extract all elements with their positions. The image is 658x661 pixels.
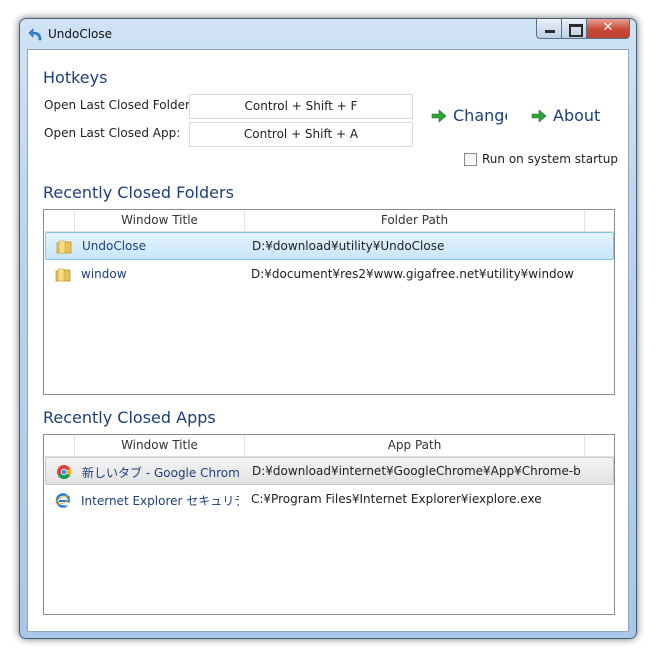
- folder-title: UndoClose: [82, 239, 147, 253]
- app-hotkey-field[interactable]: Control + Shift + A: [189, 122, 413, 147]
- folders-heading: Recently Closed Folders: [43, 183, 234, 202]
- app-hotkey-label: Open Last Closed App:: [44, 126, 181, 140]
- ie-icon: [55, 493, 71, 508]
- about-label: About: [553, 106, 601, 125]
- folder-hotkey-field[interactable]: Control + Shift + F: [189, 94, 413, 119]
- app-row[interactable]: Internet Explorer セキュリティ C:¥Program File…: [45, 486, 614, 514]
- folders-list[interactable]: Window Title Folder Path UndoClose D:¥do…: [43, 209, 615, 395]
- change-button[interactable]: Change: [431, 106, 507, 125]
- folder-path: D:¥document¥res2¥www.gigafree.net¥utilit…: [251, 267, 574, 281]
- folder-row[interactable]: UndoClose D:¥download¥utility¥UndoClose: [45, 232, 614, 260]
- client-area: Hotkeys Open Last Closed Folder: Control…: [27, 49, 629, 632]
- arrow-right-icon: [531, 108, 547, 123]
- folder-icon: [56, 240, 72, 254]
- app-window: UndoClose ✕ Hotkeys Open Last Closed Fol…: [19, 18, 637, 639]
- close-icon: ✕: [602, 20, 614, 35]
- minimize-button[interactable]: [536, 19, 562, 39]
- app-title: Internet Explorer セキュリティ: [81, 494, 239, 508]
- startup-checkbox[interactable]: [464, 152, 477, 166]
- icon-column-header[interactable]: [44, 210, 75, 232]
- arrow-right-icon: [431, 108, 447, 123]
- column-header-window-title[interactable]: Window Title: [75, 210, 245, 232]
- app-path: C:¥Program Files¥Internet Explorer¥iexpl…: [251, 492, 542, 506]
- folders-list-header: Window Title Folder Path: [44, 210, 614, 232]
- hotkeys-heading: Hotkeys: [43, 68, 108, 87]
- change-label: Change: [453, 106, 507, 125]
- undo-arrow-icon: [28, 28, 42, 41]
- chrome-icon: [57, 465, 71, 479]
- title-bar[interactable]: UndoClose ✕: [20, 19, 636, 49]
- folder-path: D:¥download¥utility¥UndoClose: [252, 239, 445, 253]
- startup-checkbox-row[interactable]: Run on system startup: [464, 152, 618, 166]
- caption-buttons: ✕: [536, 19, 630, 39]
- startup-label: Run on system startup: [482, 152, 618, 166]
- folder-row[interactable]: window D:¥document¥res2¥www.gigafree.net…: [45, 261, 614, 289]
- apps-heading: Recently Closed Apps: [43, 408, 216, 427]
- app-row[interactable]: 新しいタブ - Google Chrome D:¥download¥intern…: [45, 457, 614, 485]
- column-header-app-path[interactable]: App Path: [245, 435, 585, 457]
- window-title: UndoClose: [48, 27, 113, 41]
- maximize-button[interactable]: [562, 19, 587, 39]
- column-header-window-title[interactable]: Window Title: [75, 435, 245, 457]
- icon-column-header[interactable]: [44, 435, 75, 457]
- folder-hotkey-label: Open Last Closed Folder:: [44, 98, 194, 112]
- apps-list-header: Window Title App Path: [44, 435, 614, 457]
- column-header-folder-path[interactable]: Folder Path: [245, 210, 585, 232]
- close-button[interactable]: ✕: [587, 19, 630, 39]
- app-path: D:¥download¥internet¥GoogleChrome¥App¥Ch…: [252, 464, 580, 478]
- app-title: 新しいタブ - Google Chrome: [82, 466, 240, 480]
- about-button[interactable]: About: [531, 106, 600, 125]
- apps-list[interactable]: Window Title App Path 新しいタブ - Google Chr…: [43, 434, 615, 615]
- folder-title: window: [81, 267, 127, 281]
- folder-icon: [55, 268, 71, 282]
